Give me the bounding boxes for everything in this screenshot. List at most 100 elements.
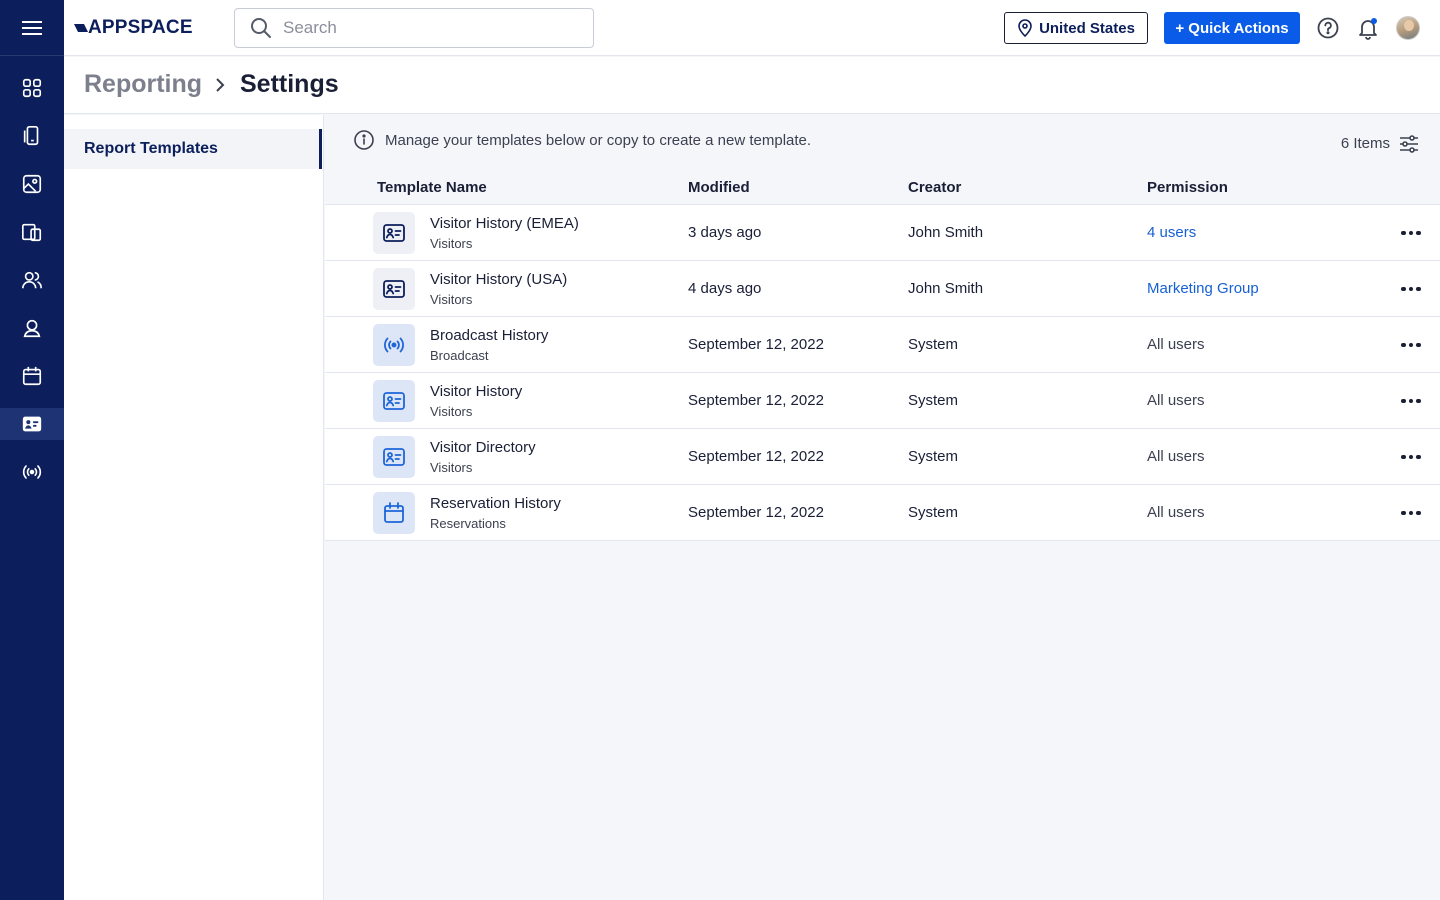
column-template-name[interactable]: Template Name <box>377 179 487 196</box>
rail-devices[interactable] <box>0 120 64 152</box>
rail-broadcast[interactable] <box>0 456 64 488</box>
permission-cell: All users <box>1147 504 1205 521</box>
screens-icon <box>22 223 42 242</box>
rail-media[interactable] <box>0 168 64 200</box>
visitor-card-icon <box>22 416 42 432</box>
templates-panel: Manage your templates below or copy to c… <box>325 115 1440 900</box>
template-name[interactable]: Broadcast History <box>430 327 548 344</box>
templates-table: Visitor History (EMEA) Visitors 3 days a… <box>325 204 1440 541</box>
hamburger-menu-icon[interactable] <box>0 0 64 56</box>
more-actions-icon[interactable] <box>1397 503 1425 523</box>
user-avatar[interactable] <box>1396 16 1420 40</box>
rail-dashboard[interactable] <box>0 72 64 104</box>
creator-cell: System <box>908 336 959 353</box>
template-name[interactable]: Visitor Directory <box>430 439 536 456</box>
subnav-item-report-templates[interactable]: Report Templates <box>64 129 322 169</box>
template-icon-tile <box>373 212 415 254</box>
permission-link[interactable]: Marketing Group <box>1147 280 1259 297</box>
creator-cell: System <box>908 504 959 521</box>
filter-sliders-icon[interactable] <box>1398 133 1420 155</box>
template-icon-tile <box>373 492 415 534</box>
search-icon <box>249 15 275 41</box>
calendar-icon <box>384 502 404 523</box>
notifications-bell-icon[interactable] <box>1354 14 1382 42</box>
rail-visitors[interactable] <box>0 408 64 440</box>
info-message: Manage your templates below or copy to c… <box>353 129 811 151</box>
more-actions-icon[interactable] <box>1397 391 1425 411</box>
visitor-card-icon <box>383 280 405 298</box>
template-name[interactable]: Visitor History (EMEA) <box>430 215 579 232</box>
top-header: APPSPACE United States + Quick Actions <box>64 0 1440 56</box>
info-text: Manage your templates below or copy to c… <box>385 131 812 149</box>
template-category: Visitors <box>430 292 473 307</box>
rail-employee[interactable] <box>0 312 64 344</box>
table-header: Template Name Modified Creator Permissio… <box>325 171 1440 204</box>
template-category: Visitors <box>430 460 473 475</box>
template-icon-tile <box>373 380 415 422</box>
creator-cell: System <box>908 392 959 409</box>
rail-reservations[interactable] <box>0 360 64 392</box>
location-pin-icon <box>1018 19 1032 37</box>
rail-screens[interactable] <box>0 216 64 248</box>
search-input[interactable] <box>283 18 573 38</box>
template-category: Broadcast <box>430 348 489 363</box>
permission-cell: All users <box>1147 336 1205 353</box>
broadcast-icon <box>384 337 404 353</box>
modified-cell: 3 days ago <box>688 224 762 241</box>
quick-actions-button[interactable]: + Quick Actions <box>1164 12 1300 44</box>
image-icon <box>22 174 42 194</box>
calendar-icon <box>22 366 42 386</box>
modified-cell: September 12, 2022 <box>688 504 824 521</box>
template-icon-tile <box>373 436 415 478</box>
location-button[interactable]: United States <box>1004 12 1148 44</box>
broadcast-icon <box>22 465 42 479</box>
more-actions-icon[interactable] <box>1397 223 1425 243</box>
table-row[interactable]: Visitor Directory Visitors September 12,… <box>325 429 1440 485</box>
table-row[interactable]: Broadcast History Broadcast September 12… <box>325 317 1440 373</box>
settings-subnav: Report Templates <box>64 115 324 900</box>
help-icon[interactable] <box>1314 14 1342 42</box>
search-box[interactable] <box>234 8 594 48</box>
creator-cell: John Smith <box>908 224 984 241</box>
column-permission[interactable]: Permission <box>1147 179 1228 196</box>
info-icon <box>354 130 374 150</box>
template-category: Reservations <box>430 516 506 531</box>
creator-cell: System <box>908 448 959 465</box>
template-name[interactable]: Visitor History (USA) <box>430 271 567 288</box>
dashboard-grid-icon <box>22 78 42 98</box>
people-icon <box>22 271 42 289</box>
permission-cell: All users <box>1147 448 1205 465</box>
more-actions-icon[interactable] <box>1397 447 1425 467</box>
modified-cell: September 12, 2022 <box>688 336 824 353</box>
appspace-logo[interactable]: APPSPACE <box>74 17 193 39</box>
left-rail <box>0 0 64 900</box>
modified-cell: September 12, 2022 <box>688 392 824 409</box>
rail-people[interactable] <box>0 264 64 296</box>
modified-cell: 4 days ago <box>688 280 762 297</box>
visitor-card-icon <box>383 448 405 466</box>
table-row[interactable]: Visitor History (USA) Visitors 4 days ag… <box>325 261 1440 317</box>
more-actions-icon[interactable] <box>1397 335 1425 355</box>
permission-link[interactable]: 4 users <box>1147 224 1196 241</box>
location-label: United States <box>1039 19 1135 37</box>
template-icon-tile <box>373 268 415 310</box>
column-creator[interactable]: Creator <box>908 179 961 196</box>
visitor-card-icon <box>383 392 405 410</box>
breadcrumb-reporting-link[interactable]: Reporting <box>84 70 202 99</box>
mobile-device-icon <box>23 126 39 146</box>
more-actions-icon[interactable] <box>1397 279 1425 299</box>
items-count: 6 Items <box>1340 135 1390 152</box>
template-category: Visitors <box>430 404 473 419</box>
employee-badge-icon <box>23 319 41 338</box>
column-modified[interactable]: Modified <box>688 179 750 196</box>
template-name[interactable]: Reservation History <box>430 495 561 512</box>
template-category: Visitors <box>430 236 473 251</box>
table-row[interactable]: Visitor History Visitors September 12, 2… <box>325 373 1440 429</box>
table-row[interactable]: Reservation History Reservations Septemb… <box>325 485 1440 541</box>
visitor-card-icon <box>383 224 405 242</box>
template-name[interactable]: Visitor History <box>430 383 522 400</box>
creator-cell: John Smith <box>908 280 984 297</box>
modified-cell: September 12, 2022 <box>688 448 824 465</box>
breadcrumb: Reporting Settings <box>64 57 1440 114</box>
table-row[interactable]: Visitor History (EMEA) Visitors 3 days a… <box>325 205 1440 261</box>
